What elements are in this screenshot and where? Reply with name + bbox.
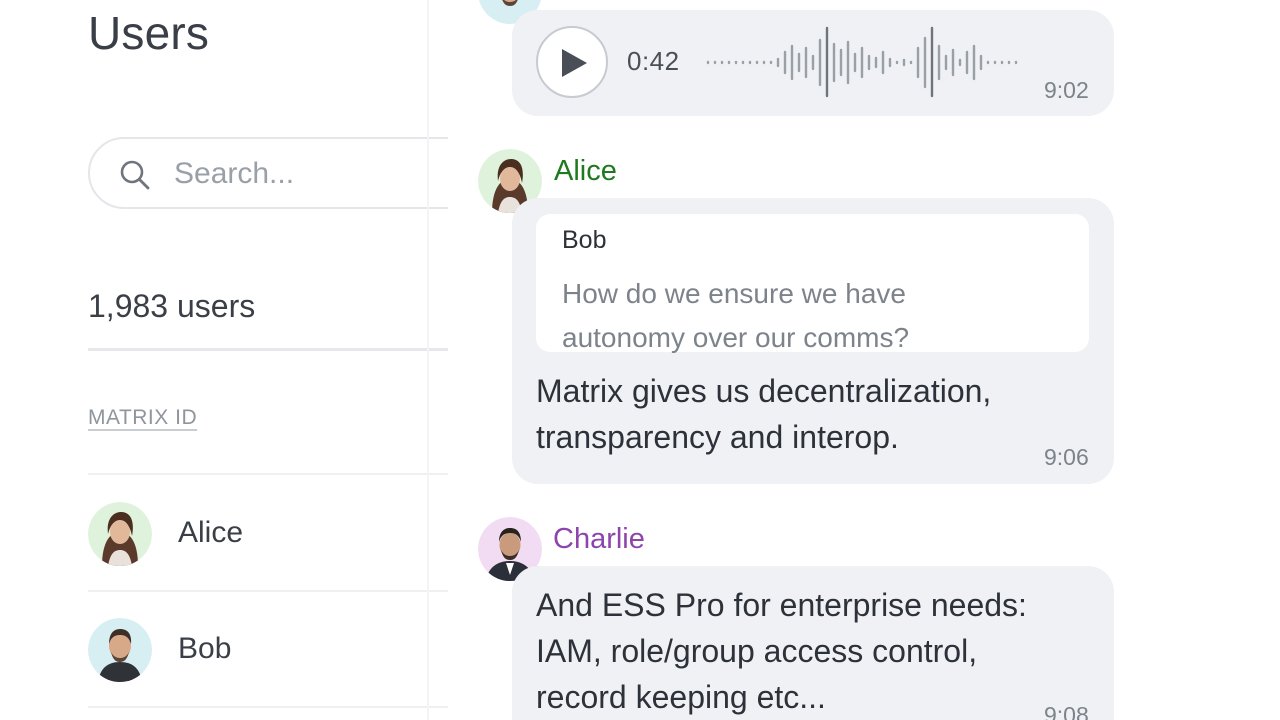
message-time: 9:06 — [1044, 444, 1089, 470]
user-row-bob[interactable]: Bob — [88, 618, 448, 720]
search-input[interactable] — [174, 154, 434, 194]
message-time: 9:02 — [1044, 77, 1089, 103]
play-icon — [562, 49, 587, 77]
play-button[interactable] — [536, 26, 608, 98]
avatar — [88, 618, 152, 682]
sender-name[interactable]: Alice — [554, 155, 617, 188]
avatar — [88, 502, 152, 566]
message-time: 9:08 — [1044, 702, 1089, 720]
page-title: Users — [88, 7, 210, 59]
user-name: Bob — [178, 632, 232, 665]
message-text: And ESS Pro for enterprise needs: IAM, r… — [536, 587, 1027, 715]
reply-text: How do we ensure we have autonomy over o… — [562, 278, 910, 353]
divider — [88, 706, 448, 708]
users-count: 1,983 users — [88, 288, 256, 324]
user-name: Alice — [178, 516, 244, 549]
search-icon — [120, 160, 150, 190]
reply-quote[interactable]: Bob How do we ensure we have autonomy ov… — [536, 214, 1089, 353]
user-row-alice[interactable]: Alice — [88, 502, 448, 612]
users-panel: Users 1,983 users MATRIX ID Alice — [0, 0, 448, 720]
message-text: Matrix gives us decentralization, transp… — [536, 373, 992, 455]
panel-edge — [427, 0, 429, 720]
app-window: Users 1,983 users MATRIX ID Alice — [0, 0, 1280, 720]
divider — [88, 473, 448, 475]
sender-name[interactable]: Charlie — [553, 523, 645, 556]
reply-author: Bob — [562, 226, 607, 254]
divider — [88, 348, 448, 351]
message-bubble: And ESS Pro for enterprise needs: IAM, r… — [512, 566, 1114, 720]
waveform-icon[interactable] — [706, 26, 1026, 98]
message-bubble: Bob How do we ensure we have autonomy ov… — [512, 198, 1114, 484]
voice-duration: 0:42 — [627, 46, 680, 76]
column-header-matrix-id[interactable]: MATRIX ID — [88, 406, 197, 430]
divider — [88, 590, 448, 592]
